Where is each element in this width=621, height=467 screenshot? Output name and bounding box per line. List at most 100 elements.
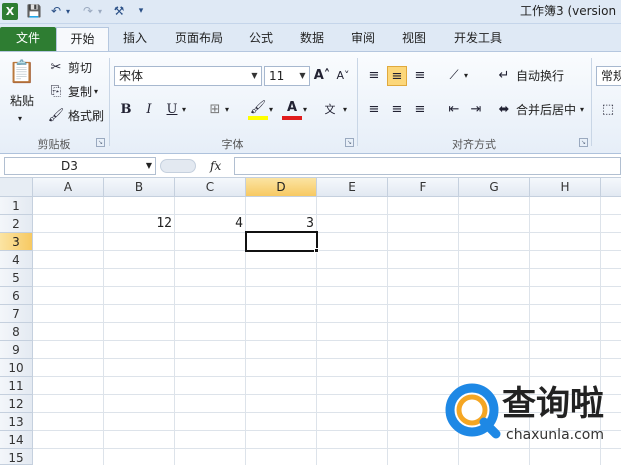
row-header-12[interactable]: 12 (0, 395, 33, 413)
font-color-icon[interactable]: A (282, 98, 302, 120)
font-name-combo[interactable]: 宋体 ▼ (114, 66, 262, 86)
align-middle-icon[interactable]: ≡ (387, 66, 407, 86)
paste-dropdown-icon[interactable]: ▾ (18, 110, 22, 128)
paste-icon[interactable]: 📋 (8, 58, 36, 88)
column-header-c[interactable]: C (175, 178, 246, 197)
save-icon[interactable]: 💾 (26, 3, 42, 20)
row-header-10[interactable]: 10 (0, 359, 33, 377)
column-header-i[interactable] (601, 178, 621, 197)
redo-dropdown-icon[interactable]: ▾ (96, 3, 104, 20)
gridline (174, 197, 175, 465)
column-header-a[interactable]: A (33, 178, 104, 197)
bold-button[interactable]: B (116, 100, 136, 120)
tab-review[interactable]: 审阅 (340, 27, 386, 51)
row-header-15[interactable]: 15 (0, 449, 33, 465)
name-box[interactable]: D3 ▼ (4, 157, 156, 175)
alignment-group-label: 对齐方式 (452, 138, 496, 151)
format-painter-button[interactable]: 格式刷 (68, 107, 104, 125)
fill-color-icon[interactable]: 🖌 (248, 98, 268, 120)
column-header-g[interactable]: G (459, 178, 530, 197)
row-header-3[interactable]: 3 (0, 233, 33, 251)
chevron-down-icon[interactable]: ▼ (296, 67, 309, 85)
cut-button[interactable]: 剪切 (68, 59, 92, 77)
formula-input[interactable] (234, 157, 621, 175)
chevron-down-icon[interactable]: ▼ (146, 158, 152, 174)
customize-icon[interactable]: ▾ (136, 3, 146, 20)
undo-icon[interactable]: ↶ (48, 3, 64, 20)
increase-indent-icon[interactable]: ⇥ (466, 100, 486, 120)
grow-font-icon[interactable]: A˄ (312, 66, 332, 86)
border-icon[interactable]: ⊞ (205, 100, 225, 120)
tools-icon[interactable]: ⚒ (110, 3, 128, 20)
tab-insert[interactable]: 插入 (110, 27, 160, 51)
underline-button[interactable]: U (162, 100, 182, 120)
tab-home[interactable]: 开始 (56, 27, 109, 51)
cell-b2[interactable]: 12 (104, 215, 175, 233)
shrink-font-icon[interactable]: A˅ (333, 66, 353, 86)
alignment-launcher-icon[interactable]: ↘ (579, 138, 588, 147)
row-header-8[interactable]: 8 (0, 323, 33, 341)
tab-data[interactable]: 数据 (288, 27, 336, 51)
insert-function-icon[interactable]: fx (210, 157, 221, 175)
paste-button[interactable]: 粘贴 (10, 92, 34, 110)
row-header-1[interactable]: 1 (0, 197, 33, 215)
cell-c2[interactable]: 4 (175, 215, 246, 233)
column-header-e[interactable]: E (317, 178, 388, 197)
select-all-corner[interactable] (0, 178, 33, 197)
border-dropdown-icon[interactable]: ▾ (225, 101, 229, 119)
chevron-down-icon[interactable]: ▼ (248, 67, 261, 85)
currency-icon[interactable]: ⬚ (598, 100, 618, 120)
row-header-11[interactable]: 11 (0, 377, 33, 395)
ribbon: 📋 粘贴 ▾ ✂ 剪切 ⎘ 复制 ▾ 🖌 格式刷 剪贴板 ↘ 宋体 ▼ 11 ▼… (0, 51, 621, 154)
copy-dropdown-icon[interactable]: ▾ (94, 83, 98, 101)
merge-dropdown-icon[interactable]: ▾ (580, 101, 584, 119)
row-header-14[interactable]: 14 (0, 431, 33, 449)
row-header-4[interactable]: 4 (0, 251, 33, 269)
group-divider (591, 58, 592, 146)
tab-formulas[interactable]: 公式 (238, 27, 284, 51)
italic-button[interactable]: I (139, 100, 159, 120)
fill-color-dropdown-icon[interactable]: ▾ (269, 101, 273, 119)
wrap-text-button[interactable]: 自动换行 (516, 67, 564, 85)
font-color-dropdown-icon[interactable]: ▾ (303, 101, 307, 119)
column-header-b[interactable]: B (104, 178, 175, 197)
tab-file[interactable]: 文件 (0, 27, 56, 51)
redo-icon[interactable]: ↷ (80, 3, 96, 20)
row-header-6[interactable]: 6 (0, 287, 33, 305)
align-left-icon[interactable]: ≡ (364, 100, 384, 120)
font-size-combo[interactable]: 11 ▼ (264, 66, 310, 86)
row-header-7[interactable]: 7 (0, 305, 33, 323)
gridline (33, 250, 621, 251)
number-format-combo[interactable]: 常规 (596, 66, 621, 86)
fill-handle[interactable] (314, 248, 319, 253)
formula-divider[interactable] (160, 159, 196, 173)
tab-view[interactable]: 视图 (390, 27, 438, 51)
merge-center-button[interactable]: 合并后居中 (516, 101, 576, 119)
column-header-f[interactable]: F (388, 178, 459, 197)
font-launcher-icon[interactable]: ↘ (345, 138, 354, 147)
phonetic-dropdown-icon[interactable]: ▾ (343, 101, 347, 119)
row-header-5[interactable]: 5 (0, 269, 33, 287)
orientation-dropdown-icon[interactable]: ▾ (464, 67, 468, 85)
orientation-icon[interactable]: ⟋ (444, 66, 464, 86)
undo-dropdown-icon[interactable]: ▾ (64, 3, 72, 20)
row-header-2[interactable]: 2 (0, 215, 33, 233)
align-right-icon[interactable]: ≡ (410, 100, 430, 120)
tab-developer[interactable]: 开发工具 (442, 27, 514, 51)
row-header-9[interactable]: 9 (0, 341, 33, 359)
active-cell-d3[interactable] (245, 231, 318, 252)
clipboard-launcher-icon[interactable]: ↘ (96, 138, 105, 147)
align-top-icon[interactable]: ≡ (364, 66, 384, 86)
underline-dropdown-icon[interactable]: ▾ (182, 101, 186, 119)
phonetic-icon[interactable]: 文 (320, 100, 340, 120)
formula-bar: D3 ▼ fx (0, 154, 621, 178)
tab-page-layout[interactable]: 页面布局 (164, 27, 234, 51)
copy-button[interactable]: 复制 (68, 83, 92, 101)
name-box-value: D3 (61, 159, 78, 173)
column-header-h[interactable]: H (530, 178, 601, 197)
align-center-icon[interactable]: ≡ (387, 100, 407, 120)
decrease-indent-icon[interactable]: ⇤ (444, 100, 464, 120)
align-bottom-icon[interactable]: ≡ (410, 66, 430, 86)
row-header-13[interactable]: 13 (0, 413, 33, 431)
column-header-d[interactable]: D (246, 178, 317, 197)
